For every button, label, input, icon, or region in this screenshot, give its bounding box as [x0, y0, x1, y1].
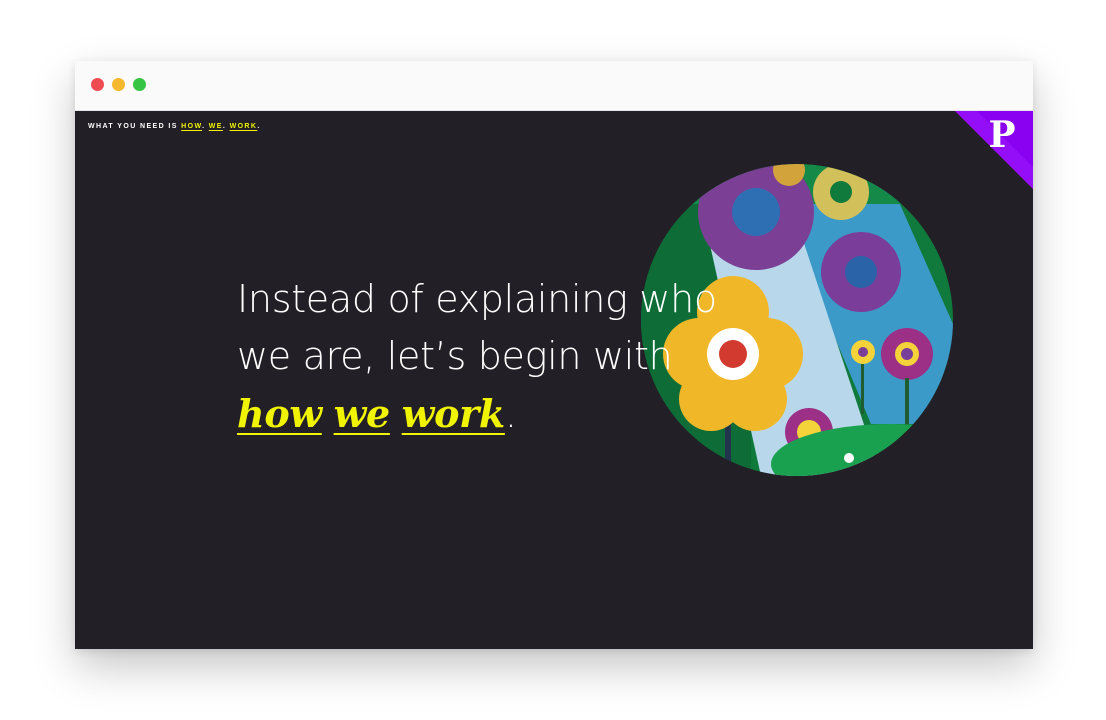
hero-line-2: we are, let’s begin with	[237, 334, 673, 378]
brand-logo-icon[interactable]: P	[955, 111, 1033, 189]
logo-letter: P	[988, 114, 1015, 156]
tagline-sep: .	[202, 123, 209, 130]
tagline-link-how[interactable]: HOW	[181, 123, 202, 130]
tagline: WHAT YOU NEED IS HOW. WE. WORK.	[88, 123, 261, 130]
browser-window: WHAT YOU NEED IS HOW. WE. WORK. P Instea…	[75, 61, 1033, 649]
hero-link-we[interactable]: we	[334, 391, 391, 436]
tagline-link-we[interactable]: WE	[209, 123, 223, 130]
tagline-suffix: .	[257, 123, 261, 130]
minimize-window-icon[interactable]	[112, 78, 125, 91]
close-window-icon[interactable]	[91, 78, 104, 91]
hero-link-how[interactable]: how	[237, 391, 322, 436]
tagline-link-work[interactable]: WORK	[230, 123, 258, 130]
hero-line-1: Instead of explaining who	[237, 277, 717, 321]
maximize-window-icon[interactable]	[133, 78, 146, 91]
window-titlebar	[75, 61, 1033, 111]
tagline-prefix: WHAT YOU NEED IS	[88, 123, 182, 130]
tagline-sep: .	[222, 123, 230, 130]
hero-link-work[interactable]: work	[402, 391, 506, 436]
hero-line-3: how we work.	[237, 385, 797, 443]
hero-period: .	[504, 392, 517, 436]
hero-headline: Instead of explaining who we are, let’s …	[237, 271, 797, 443]
